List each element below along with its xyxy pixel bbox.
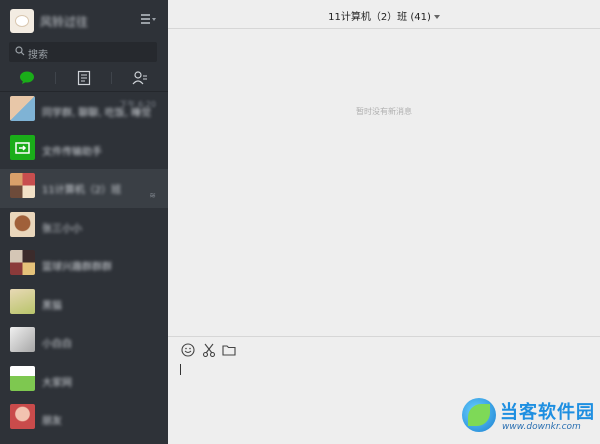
chat-item[interactable]: 黑猫 bbox=[0, 285, 168, 324]
user-nickname: 风铃过往 bbox=[40, 15, 89, 29]
user-avatar[interactable] bbox=[10, 9, 34, 33]
text-cursor bbox=[180, 364, 181, 375]
chat-item[interactable]: 文件传输助手 bbox=[0, 131, 168, 170]
chat-item[interactable]: 小白白 bbox=[0, 323, 168, 362]
chat-item[interactable]: 同学群, 聊聊, 吃饭, 睡觉 下午 6:20 bbox=[0, 92, 168, 131]
chat-name: 11计算机（2）班 bbox=[42, 185, 122, 196]
file-transfer-icon bbox=[10, 134, 35, 160]
search-input[interactable]: 搜索 bbox=[9, 42, 157, 62]
sidebar: 风铃过往 搜索 同学群, 聊聊, 吃饭, 睡觉 下午 6:20 文件传输助手 1… bbox=[0, 0, 168, 444]
chat-time: 下午 6:20 bbox=[119, 100, 156, 109]
chat-avatar bbox=[10, 288, 35, 314]
chat-name: 文件传输助手 bbox=[42, 146, 102, 158]
watermark-title: 当客软件园 bbox=[500, 402, 595, 423]
chat-title: 11计算机（2）班 (41) bbox=[328, 12, 431, 23]
tab-friends-icon[interactable] bbox=[132, 70, 148, 86]
chat-avatar bbox=[10, 365, 35, 391]
chat-item[interactable]: 朋友 bbox=[0, 400, 168, 439]
screenshot-scissors-icon[interactable] bbox=[202, 343, 216, 358]
chat-avatar bbox=[10, 327, 35, 352]
chat-panel: 11计算机（2）班 (41) 暂时没有新消息 bbox=[168, 0, 600, 444]
chat-avatar bbox=[10, 250, 35, 275]
watermark-logo: 当客软件园 www.downkr.com bbox=[458, 396, 600, 444]
profile-header: 风铃过往 bbox=[0, 0, 168, 40]
sidebar-tabs bbox=[0, 64, 168, 92]
chat-avatar bbox=[10, 404, 35, 429]
chat-avatar bbox=[10, 96, 35, 121]
chat-list: 同学群, 聊聊, 吃饭, 睡觉 下午 6:20 文件传输助手 11计算机（2）班… bbox=[0, 92, 168, 439]
tab-contacts-icon[interactable] bbox=[76, 70, 92, 86]
watermark-icon bbox=[462, 398, 496, 432]
watermark-url: www.downkr.com bbox=[502, 422, 581, 432]
chat-name: 小白白 bbox=[42, 339, 72, 350]
search-icon bbox=[15, 46, 25, 56]
emoji-icon[interactable] bbox=[181, 343, 195, 357]
chat-name: 张三小小 bbox=[42, 223, 82, 235]
tab-chats-icon[interactable] bbox=[19, 70, 35, 86]
chat-name: 大家网 bbox=[42, 377, 72, 389]
chat-name: 朋友 bbox=[42, 416, 62, 427]
folder-icon[interactable] bbox=[222, 343, 236, 357]
chevron-down-icon[interactable] bbox=[433, 14, 440, 19]
chat-item[interactable]: 张三小小 bbox=[0, 208, 168, 247]
chat-item[interactable]: 篮球兴趣群群群 bbox=[0, 246, 168, 285]
chat-item[interactable]: 大家网 bbox=[0, 362, 168, 401]
mute-icon: ≋ bbox=[149, 191, 156, 200]
chat-name: 篮球兴趣群群群 bbox=[42, 262, 112, 273]
menu-icon[interactable] bbox=[141, 14, 156, 26]
chat-item-active[interactable]: 11计算机（2）班 ≋ bbox=[0, 169, 168, 208]
empty-message: 暂时没有新消息 bbox=[356, 107, 412, 116]
chat-name: 黑猫 bbox=[42, 300, 62, 312]
chat-title-bar[interactable]: 11计算机（2）班 (41) bbox=[168, 0, 600, 29]
chat-avatar bbox=[10, 173, 35, 198]
search-placeholder: 搜索 bbox=[28, 50, 48, 61]
chat-avatar bbox=[10, 211, 35, 237]
